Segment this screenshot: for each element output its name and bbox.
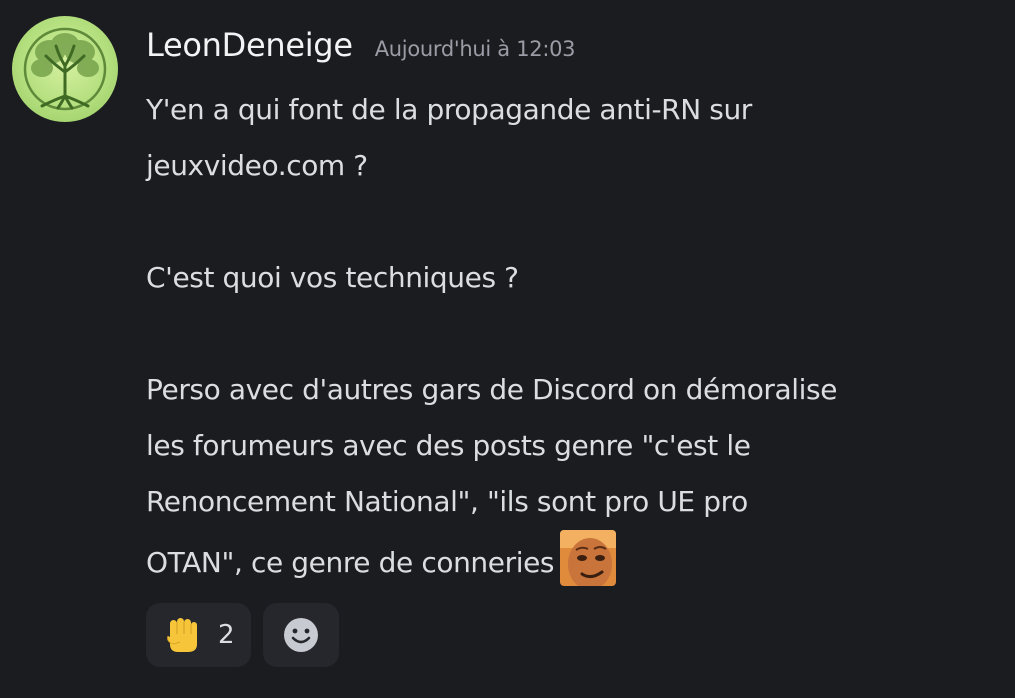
message-line: Renoncement National", "ils sont pro UE … bbox=[146, 485, 748, 518]
smirking-face-icon bbox=[560, 530, 617, 586]
message-line: les forumeurs avec des posts genre "c'es… bbox=[146, 429, 751, 462]
message-line: Perso avec d'autres gars de Discord on d… bbox=[146, 373, 838, 406]
add-reaction-smiley-icon bbox=[283, 618, 318, 652]
add-reaction-button[interactable] bbox=[262, 603, 339, 667]
user-avatar[interactable] bbox=[12, 16, 118, 122]
reaction-raised-fist[interactable]: 2 bbox=[146, 603, 251, 667]
message-timestamp: Aujourd'hui à 12:03 bbox=[374, 37, 576, 61]
message-content: Y'en a qui font de la propagande anti-RN… bbox=[146, 82, 1006, 586]
message-line[interactable]: jeuxvideo.com ? bbox=[146, 138, 1006, 194]
smirking-face-custom-emoji[interactable] bbox=[560, 530, 617, 586]
message-last-line: OTAN", ce genre de conneries bbox=[146, 530, 1006, 586]
raised-fist-icon bbox=[167, 618, 197, 652]
message-line: Y'en a qui font de la propagande anti-RN… bbox=[146, 93, 752, 126]
reactions-bar: 2 bbox=[146, 603, 339, 667]
message-line: C'est quoi vos techniques ? bbox=[146, 261, 519, 294]
author-username[interactable]: LeonDeneige bbox=[146, 26, 353, 64]
tree-of-life-icon bbox=[23, 27, 107, 111]
chat-message: LeonDeneige Aujourd'hui à 12:03 Y'en a q… bbox=[0, 0, 1015, 698]
message-line-text: OTAN", ce genre de conneries bbox=[146, 546, 555, 579]
reaction-count: 2 bbox=[218, 620, 235, 650]
message-header: LeonDeneige Aujourd'hui à 12:03 bbox=[146, 26, 576, 64]
